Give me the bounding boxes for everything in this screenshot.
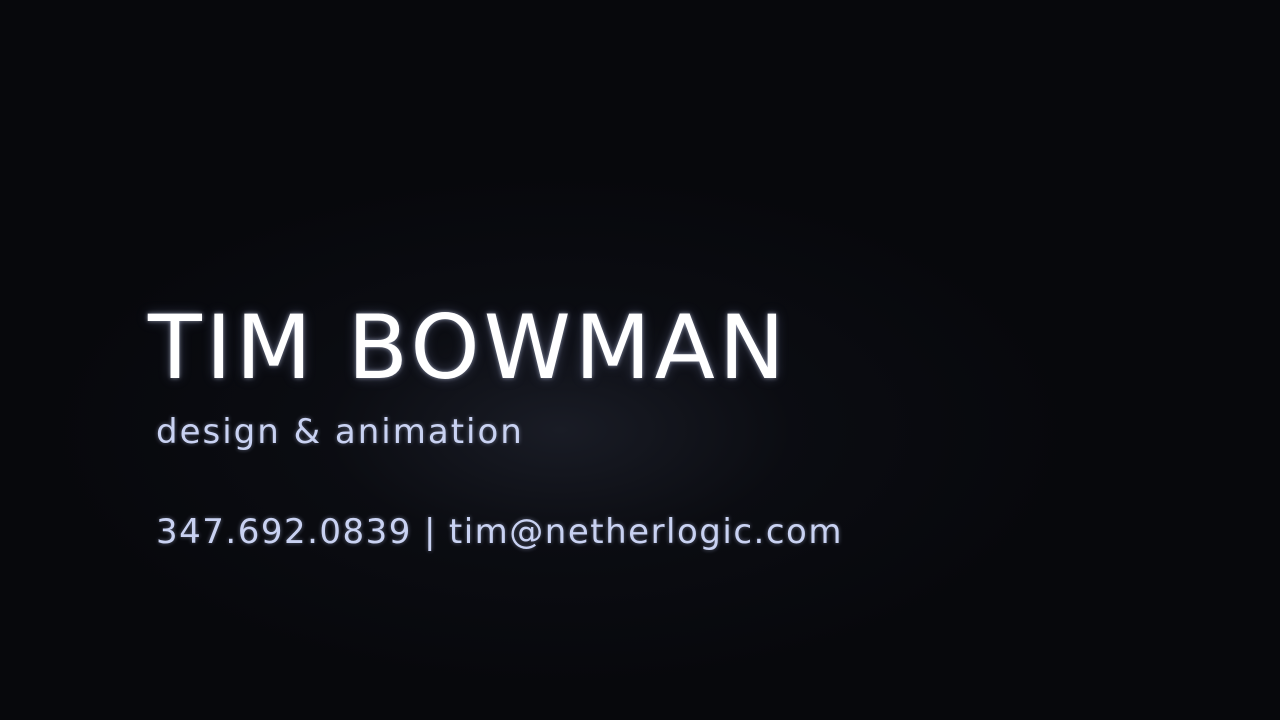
email-address: tim@netherlogic.com	[448, 512, 843, 552]
title-card: TIM BOWMAN design & animation 347.692.08…	[0, 0, 1280, 720]
tagline: design & animation	[156, 412, 524, 452]
contact-line: 347.692.0839 | tim@netherlogic.com	[156, 512, 843, 552]
name-title: TIM BOWMAN	[148, 296, 789, 399]
contact-separator: |	[423, 512, 437, 552]
phone-number: 347.692.0839	[156, 512, 412, 552]
